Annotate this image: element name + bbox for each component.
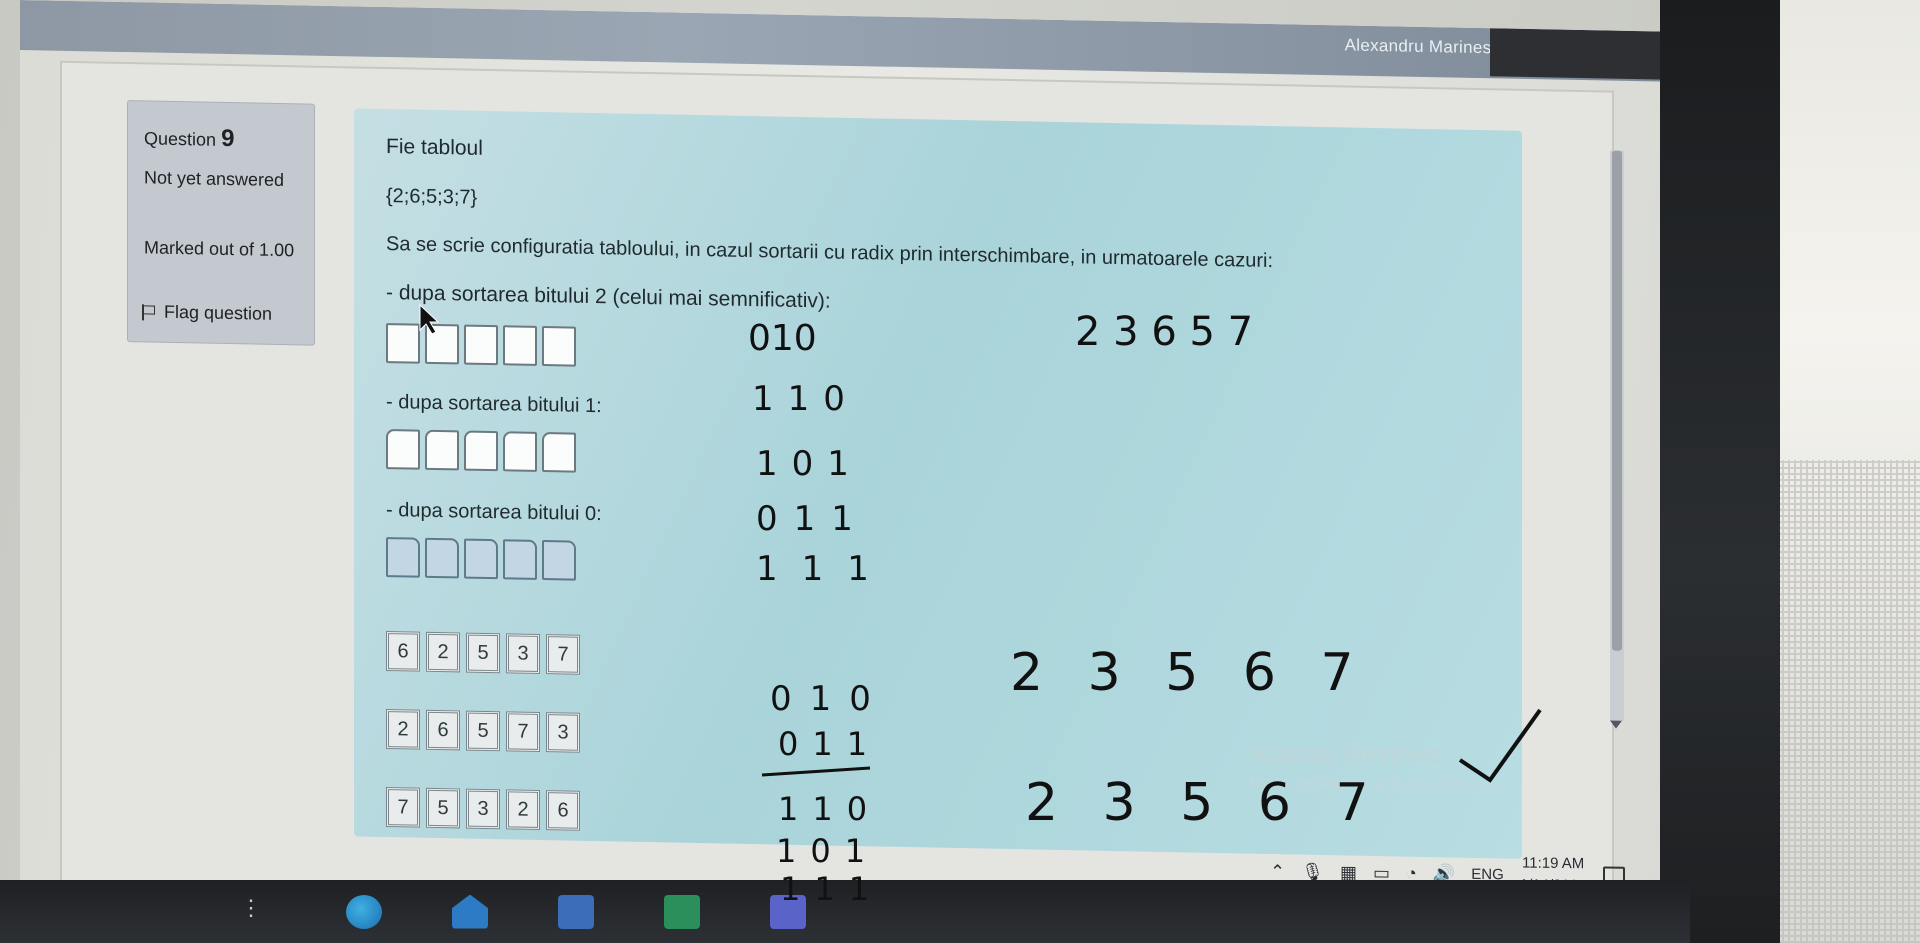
drag-tile[interactable]: 2	[506, 789, 540, 830]
taskbar: ⋮	[0, 880, 1690, 943]
drop-slot[interactable]	[542, 540, 576, 581]
question-info-panel: Question 9 Not yet answered Marked out o…	[127, 100, 315, 346]
monitor-bezel-right	[1660, 0, 1780, 943]
question-marks: Marked out of 1.00	[144, 237, 295, 261]
drag-tile[interactable]: 6	[386, 631, 420, 672]
drag-tile[interactable]: 3	[546, 712, 580, 753]
edge-icon[interactable]	[346, 894, 382, 929]
drop-slot[interactable]	[425, 323, 459, 365]
drag-tile[interactable]: 2	[386, 709, 420, 750]
question-array: {2;6;5;3;7}	[386, 185, 478, 209]
case-bit2-label: - dupa sortarea bitului 2 (celui mai sem…	[386, 281, 831, 313]
scrollbar-thumb[interactable]	[1612, 150, 1622, 651]
page-scrollbar[interactable]	[1610, 150, 1624, 729]
flag-question-label: Flag question	[164, 301, 273, 324]
case-bit1-label: - dupa sortarea bitului 1:	[386, 391, 602, 418]
drop-zone-bit2	[386, 323, 576, 367]
drag-tile[interactable]: 6	[546, 790, 580, 831]
chevron-up-icon[interactable]: ⌃	[1270, 861, 1285, 882]
user-name[interactable]: Alexandru Marinescu	[1345, 35, 1510, 58]
drag-tile[interactable]: 3	[506, 633, 540, 674]
drop-slot[interactable]	[464, 538, 498, 580]
drop-slot[interactable]	[425, 537, 459, 579]
drop-slot[interactable]	[503, 539, 537, 580]
drop-slot[interactable]	[386, 323, 420, 364]
drag-tile[interactable]: 6	[426, 709, 460, 751]
drag-tiles-row3: 7 5 3 2 6	[386, 787, 580, 831]
question-label: Question 9	[144, 123, 234, 153]
drop-slot[interactable]	[386, 429, 420, 470]
drag-tiles-row1: 6 2 5 3 7	[386, 631, 580, 675]
screen: Alexandru Marinescu Question 9 Not yet a…	[20, 0, 1670, 912]
drop-slot[interactable]	[425, 429, 459, 471]
taskbar-apps: ⋮	[240, 880, 806, 943]
excel-icon[interactable]	[664, 894, 700, 929]
clock-time: 11:19 AM	[1522, 854, 1585, 873]
drop-slot[interactable]	[503, 431, 537, 472]
drop-slot[interactable]	[464, 324, 498, 366]
drop-slot[interactable]	[464, 430, 498, 472]
flag-icon	[142, 304, 156, 320]
teams-icon[interactable]	[770, 894, 806, 929]
drag-tile[interactable]: 5	[426, 787, 460, 829]
drop-slot[interactable]	[542, 432, 576, 473]
case-bit0-label: - dupa sortarea bitului 0:	[386, 499, 602, 526]
drag-tile[interactable]: 5	[466, 632, 500, 674]
mail-icon[interactable]	[452, 894, 488, 929]
question-status: Not yet answered	[144, 167, 285, 191]
drag-tiles-row2: 2 6 5 7 3	[386, 709, 580, 753]
drop-zone-bit1	[386, 429, 576, 473]
user-menu-area[interactable]	[1490, 28, 1670, 80]
drag-tile[interactable]: 5	[466, 710, 500, 752]
drop-zone-bit0	[386, 537, 576, 581]
drop-slot[interactable]	[386, 537, 420, 578]
question-label-text: Question	[144, 128, 217, 150]
task-view-icon[interactable]: ⋮	[240, 895, 276, 929]
question-title: Fie tabloul	[386, 135, 483, 160]
question-description: Sa se scrie configuratia tabloului, in c…	[386, 233, 1274, 273]
drag-tile[interactable]: 3	[466, 788, 500, 830]
drag-tile[interactable]: 7	[546, 634, 580, 675]
drag-tile[interactable]: 2	[426, 631, 460, 673]
drop-slot[interactable]	[542, 326, 576, 367]
question-number: 9	[221, 124, 235, 153]
drop-slot[interactable]	[503, 325, 537, 366]
drag-tile[interactable]: 7	[506, 711, 540, 752]
scroll-down-icon[interactable]	[1610, 720, 1622, 729]
activate-windows-title: Activate Windows	[1250, 741, 1440, 769]
word-icon[interactable]	[558, 894, 594, 929]
drag-tile[interactable]: 7	[386, 787, 420, 828]
flag-question-button[interactable]: Flag question	[142, 301, 272, 324]
